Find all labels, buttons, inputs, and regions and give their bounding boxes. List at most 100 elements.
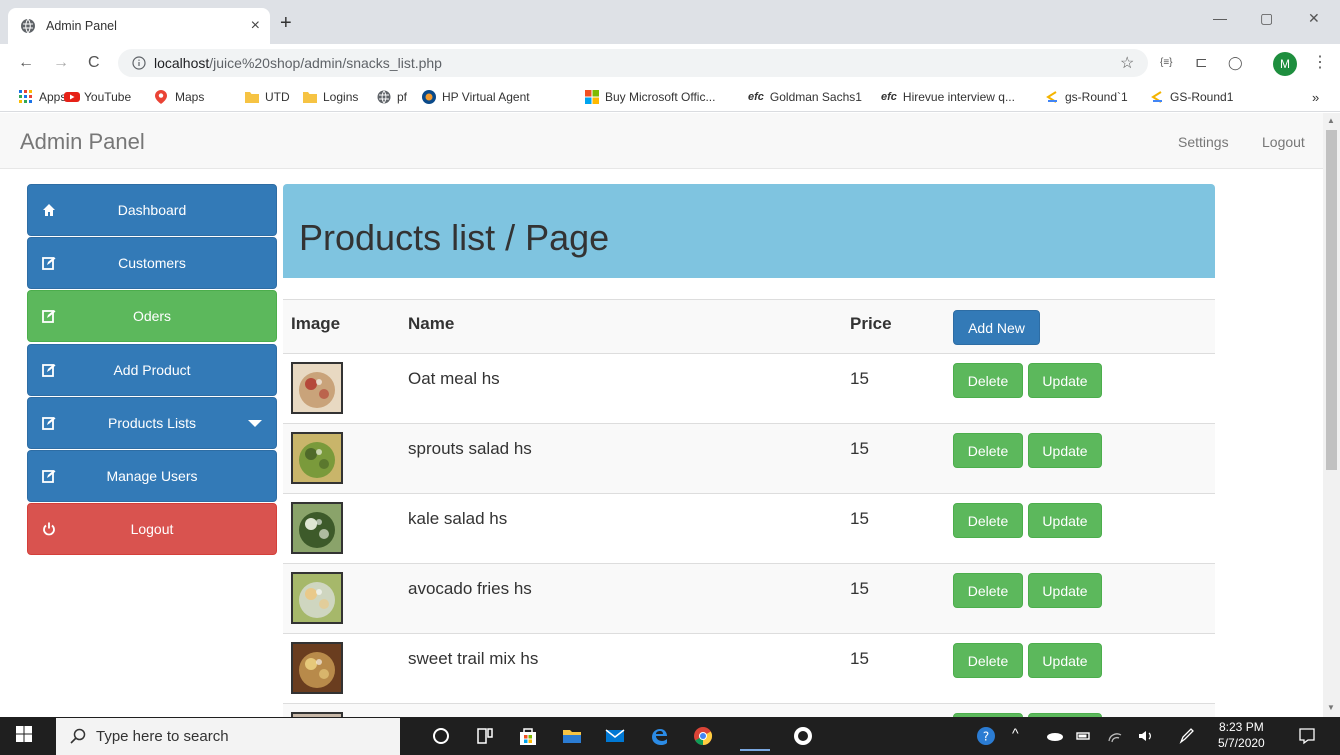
sidebar-item-logout[interactable]: Logout [27, 503, 277, 555]
sidebar-item-dashboard[interactable]: Dashboard [27, 184, 277, 236]
task-view-icon[interactable] [474, 725, 496, 747]
sidebar-item-label: Dashboard [117, 202, 187, 218]
mail-icon[interactable] [604, 725, 626, 747]
hp-icon [422, 90, 436, 104]
edit-icon [42, 416, 56, 430]
bookmark-pf[interactable]: pf [377, 90, 407, 104]
product-image [291, 572, 343, 624]
bookmark-star-icon[interactable]: ☆ [1120, 53, 1134, 73]
edit-icon [42, 309, 56, 323]
caret-down-icon [248, 420, 262, 427]
sidebar-item-products-lists[interactable]: Products Lists [27, 397, 277, 449]
scroll-up-icon[interactable]: ▲ [1327, 116, 1335, 125]
update-button[interactable]: Update [1028, 363, 1102, 398]
sidebar-item-label: Products Lists [108, 415, 196, 431]
globe-icon [20, 18, 36, 34]
add-new-button[interactable]: Add New [953, 310, 1040, 345]
product-price: 15 [850, 579, 869, 598]
delete-button[interactable]: Delete [953, 503, 1023, 538]
bookmark-youtube[interactable]: YouTube [64, 90, 131, 104]
reload-icon[interactable]: C [88, 54, 100, 72]
taskbar-search-box[interactable]: Type here to search [56, 718, 400, 755]
update-button[interactable]: Update [1028, 503, 1102, 538]
brand-link[interactable]: Admin Panel [20, 129, 145, 155]
product-price: 15 [850, 369, 869, 388]
update-button[interactable]: Update [1028, 573, 1102, 608]
browser-tab[interactable]: Admin Panel × [8, 8, 270, 44]
chevron-up-icon[interactable]: ^ [1012, 725, 1034, 747]
product-price: 15 [850, 509, 869, 528]
restore-icon[interactable]: ▢ [1260, 10, 1273, 27]
sidebar-item-oders[interactable]: Oders [27, 290, 277, 342]
delete-button[interactable]: Delete [953, 363, 1023, 398]
search-icon [70, 728, 86, 748]
table-row: Oat meal hs 15 Delete Update [283, 353, 1215, 423]
extension-icon[interactable]: ⊏ [1195, 53, 1208, 71]
bookmark-logins[interactable]: Logins [303, 90, 358, 104]
help-icon[interactable]: ? [975, 725, 997, 747]
folder-icon [245, 90, 259, 104]
edge-icon[interactable] [648, 725, 670, 747]
volume-icon[interactable] [1135, 725, 1157, 747]
bookmark-label: Buy Microsoft Offic... [605, 90, 716, 104]
update-button[interactable]: Update [1028, 433, 1102, 468]
wifi-icon[interactable] [1104, 725, 1126, 747]
settings-link[interactable]: Settings [1178, 134, 1229, 150]
close-window-icon[interactable]: ✕ [1308, 10, 1320, 27]
logout-link[interactable]: Logout [1262, 134, 1305, 150]
table-row: sprouts salad hs 15 Delete Update [283, 423, 1215, 493]
delete-button[interactable]: Delete [953, 573, 1023, 608]
sidebar-item-label: Logout [130, 521, 174, 537]
bookmark-label: Hirevue interview q... [902, 90, 1015, 104]
chrome-icon[interactable] [692, 725, 714, 747]
bookmark-maps[interactable]: Maps [155, 90, 204, 104]
bookmark-gs-round1[interactable]: GS-Round1 [1150, 90, 1233, 104]
bookmark-label: GS-Round1 [1170, 90, 1234, 104]
forward-icon[interactable]: → [53, 54, 69, 72]
bookmark-hp-virtual-agent[interactable]: HP Virtual Agent [422, 90, 530, 104]
browser-toolbar: ← → C localhost/juice%20shop/admin/snack… [0, 44, 1340, 84]
column-header-price: Price [850, 314, 892, 333]
onedrive-icon[interactable] [1044, 725, 1066, 747]
bookmark-gs-round-1[interactable]: gs-Round`1 [1045, 90, 1128, 104]
extension-circle-icon[interactable]: ◯ [1228, 55, 1243, 71]
file-explorer-icon[interactable] [561, 725, 583, 747]
bookmark-buy-microsoft-office[interactable]: Buy Microsoft Offic... [585, 90, 715, 104]
table-row: DeleteUpdate [283, 703, 1215, 717]
product-image [291, 362, 343, 414]
windows-start-button[interactable] [0, 717, 48, 755]
scrollbar-thumb[interactable] [1326, 130, 1337, 470]
bookmarks-more-icon[interactable]: » [1312, 90, 1319, 105]
sidebar-item-add-product[interactable]: Add Product [27, 344, 277, 396]
address-bar[interactable]: localhost/juice%20shop/admin/snacks_list… [118, 49, 1148, 77]
json-viewer-icon[interactable]: {≡} [1160, 57, 1173, 68]
pen-icon[interactable] [1176, 725, 1198, 747]
cortana-icon[interactable] [430, 725, 452, 747]
new-tab-button[interactable]: + [280, 12, 292, 35]
update-button[interactable]: Update [1028, 643, 1102, 678]
tab-close-icon[interactable]: × [251, 17, 260, 35]
gs-icon [1150, 90, 1164, 104]
minimize-icon[interactable]: — [1213, 10, 1227, 26]
bookmark-hirevue[interactable]: efc Hirevue interview q... [881, 90, 1015, 104]
sidebar-item-manage-users[interactable]: Manage Users [27, 450, 277, 502]
bookmark-apps[interactable]: Apps [19, 90, 66, 104]
app-icon[interactable] [792, 725, 814, 747]
battery-icon[interactable] [1073, 725, 1095, 747]
bookmark-utd[interactable]: UTD [245, 90, 290, 104]
profile-avatar[interactable]: M [1273, 52, 1297, 76]
sidebar-item-customers[interactable]: Customers [27, 237, 277, 289]
scroll-down-icon[interactable]: ▼ [1327, 703, 1335, 712]
system-clock[interactable]: 8:23 PM 5/7/2020 [1218, 719, 1265, 751]
back-icon[interactable]: ← [18, 54, 34, 72]
store-icon[interactable] [517, 725, 539, 747]
menu-kebab-icon[interactable]: ⋮ [1312, 52, 1328, 72]
bookmark-goldman-sachs1[interactable]: efc Goldman Sachs1 [748, 90, 862, 104]
folder-icon [303, 90, 317, 104]
delete-button[interactable]: Delete [953, 433, 1023, 468]
notifications-icon[interactable] [1296, 725, 1318, 747]
sidebar-item-label: Oders [132, 308, 172, 324]
page-scrollbar[interactable]: ▲ ▼ [1323, 113, 1340, 717]
delete-button[interactable]: Delete [953, 643, 1023, 678]
sidebar-item-label: Manage Users [106, 468, 198, 484]
